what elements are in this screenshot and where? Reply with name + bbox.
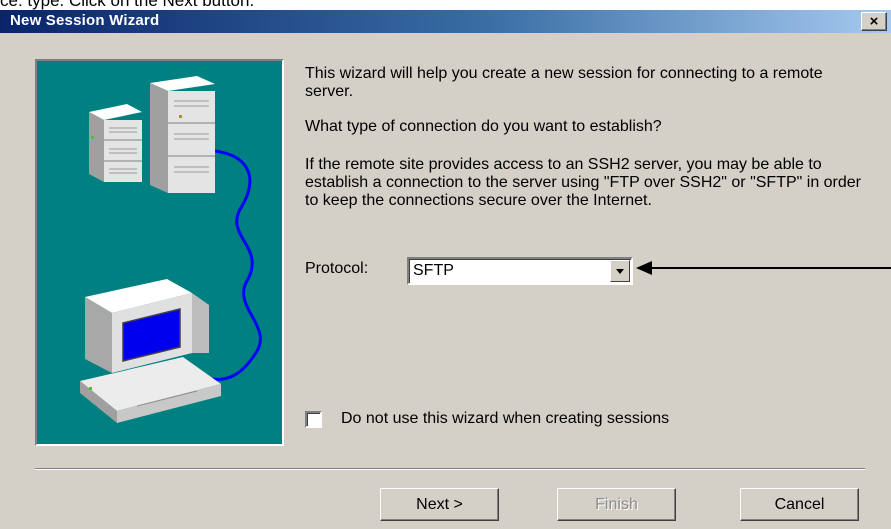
info-text: If the remote site provides access to an… [305,156,862,209]
close-button[interactable]: × [861,12,887,31]
next-button[interactable]: Next > [380,488,499,521]
small-server-icon [89,104,142,182]
annotation-arrow-icon [636,261,891,275]
intro-text: This wizard will help you create a new s… [305,65,823,100]
question-text: What type of connection do you want to e… [305,118,662,135]
title-bar[interactable]: New Session Wizard × [0,10,891,33]
separator [35,468,865,470]
dropdown-arrow-icon[interactable] [610,260,630,282]
computer-icon [80,279,221,423]
cancel-button[interactable]: Cancel [740,488,859,521]
servers-and-computer-icon [80,76,262,423]
close-icon: × [869,13,879,30]
protocol-label: Protocol: [305,260,369,277]
new-session-wizard-dialog: New Session Wizard × This wizard will he… [0,10,891,529]
disable-wizard-checkbox[interactable] [305,411,322,428]
wizard-illustration [35,59,284,446]
protocol-selected-value: SFTP [413,262,454,279]
finish-button[interactable]: Finish [557,488,676,521]
dialog-title: New Session Wizard [10,12,160,29]
disable-wizard-label[interactable]: Do not use this wizard when creating ses… [341,410,669,428]
cancel-button-label: Cancel [774,495,825,513]
finish-button-label: Finish [595,495,638,513]
protocol-select[interactable]: SFTP [407,257,633,285]
tall-server-icon [150,76,215,193]
next-button-label: Next > [416,495,463,513]
